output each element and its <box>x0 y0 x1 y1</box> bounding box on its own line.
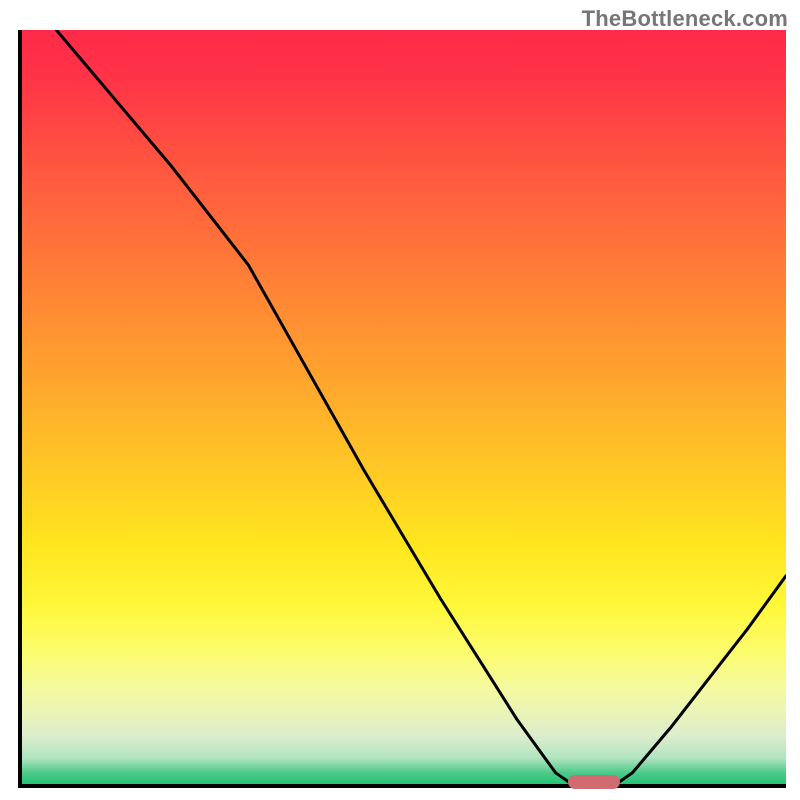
chart-heatmap-background <box>18 30 786 788</box>
watermark-text: TheBottleneck.com <box>582 6 788 32</box>
sweet-spot-marker <box>568 775 620 789</box>
